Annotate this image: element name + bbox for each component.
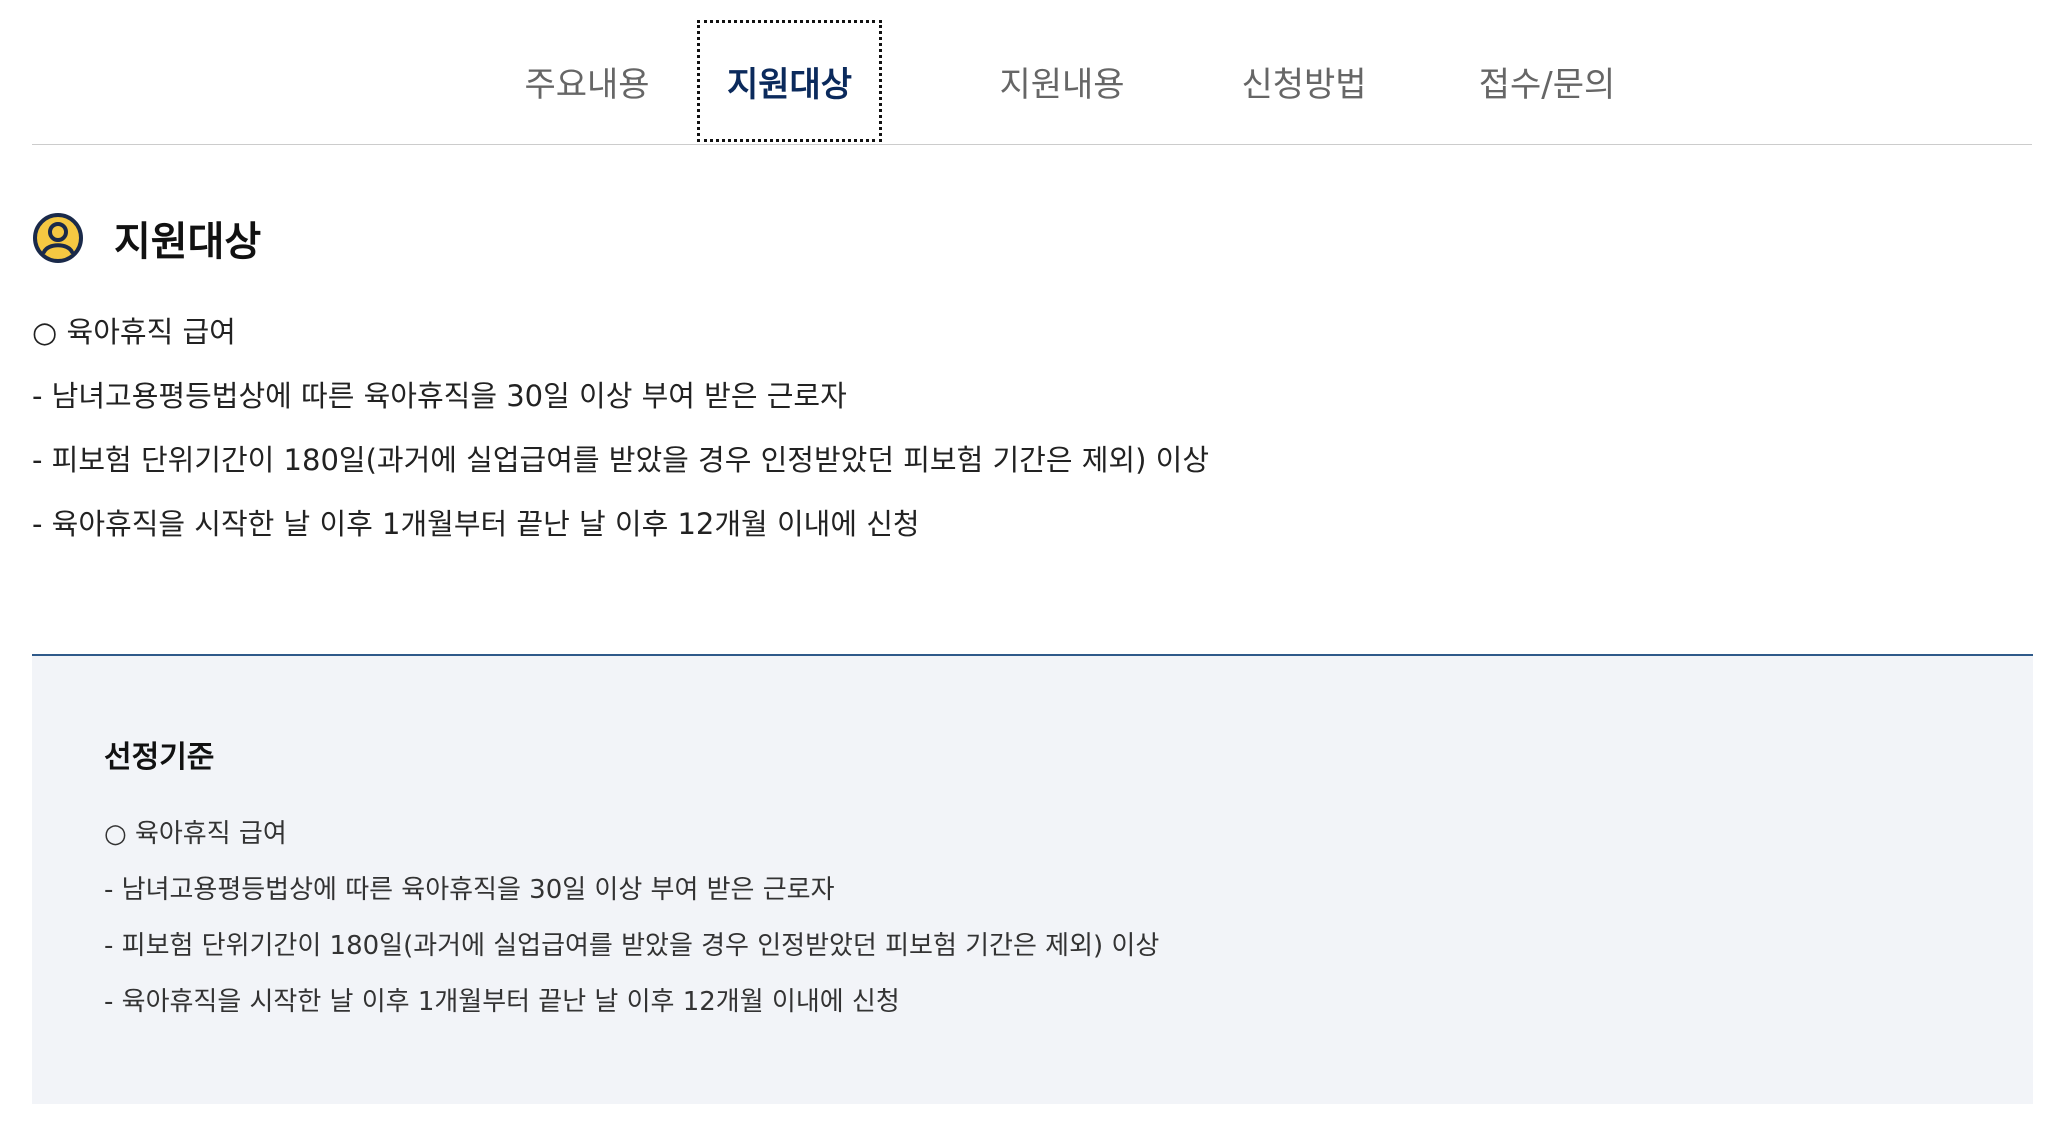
user-circle-icon <box>32 212 84 264</box>
list-item: - 남녀고용평등법상에 따른 육아휴직을 30일 이상 부여 받은 근로자 <box>104 875 835 905</box>
list-item: - 남녀고용평등법상에 따른 육아휴직을 30일 이상 부여 받은 근로자 <box>32 379 847 413</box>
tab-application-method[interactable]: 신청방법 <box>1184 20 1424 142</box>
eligibility-list: ○ 육아휴직 급여 - 남녀고용평등법상에 따른 육아휴직을 30일 이상 부여… <box>32 300 1209 556</box>
list-item: - 피보험 단위기간이 180일(과거에 실업급여를 받았을 경우 인정받았던 … <box>104 931 1160 961</box>
list-item: - 피보험 단위기간이 180일(과거에 실업급여를 받았을 경우 인정받았던 … <box>32 443 1210 477</box>
list-item: ○ 육아휴직 급여 <box>32 315 236 349</box>
tab-main-content[interactable]: 주요내용 <box>467 20 707 142</box>
section-title: 지원대상 <box>114 219 262 265</box>
criteria-list: ○ 육아휴직 급여 - 남녀고용평등법상에 따른 육아휴직을 30일 이상 부여… <box>104 806 1159 1030</box>
list-item: - 육아휴직을 시작한 날 이후 1개월부터 끝난 날 이후 12개월 이내에 … <box>32 507 920 541</box>
list-item: - 육아휴직을 시작한 날 이후 1개월부터 끝난 날 이후 12개월 이내에 … <box>104 987 900 1017</box>
list-item: ○ 육아휴직 급여 <box>104 819 287 849</box>
tab-eligibility[interactable]: 지원대상 <box>697 20 882 142</box>
page: 주요내용 지원대상 지원내용 신청방법 접수/문의 지원대상 ○ 육아휴직 급여… <box>0 0 2058 1126</box>
tab-support-details[interactable]: 지원내용 <box>942 20 1182 142</box>
selection-criteria-box: 선정기준 ○ 육아휴직 급여 - 남녀고용평등법상에 따른 육아휴직을 30일 … <box>32 654 2033 1104</box>
tab-contact[interactable]: 접수/문의 <box>1427 20 1667 142</box>
criteria-title: 선정기준 <box>104 740 215 775</box>
section-heading: 지원대상 <box>32 210 261 266</box>
tab-bar: 주요내용 지원대상 지원내용 신청방법 접수/문의 <box>32 20 2032 145</box>
